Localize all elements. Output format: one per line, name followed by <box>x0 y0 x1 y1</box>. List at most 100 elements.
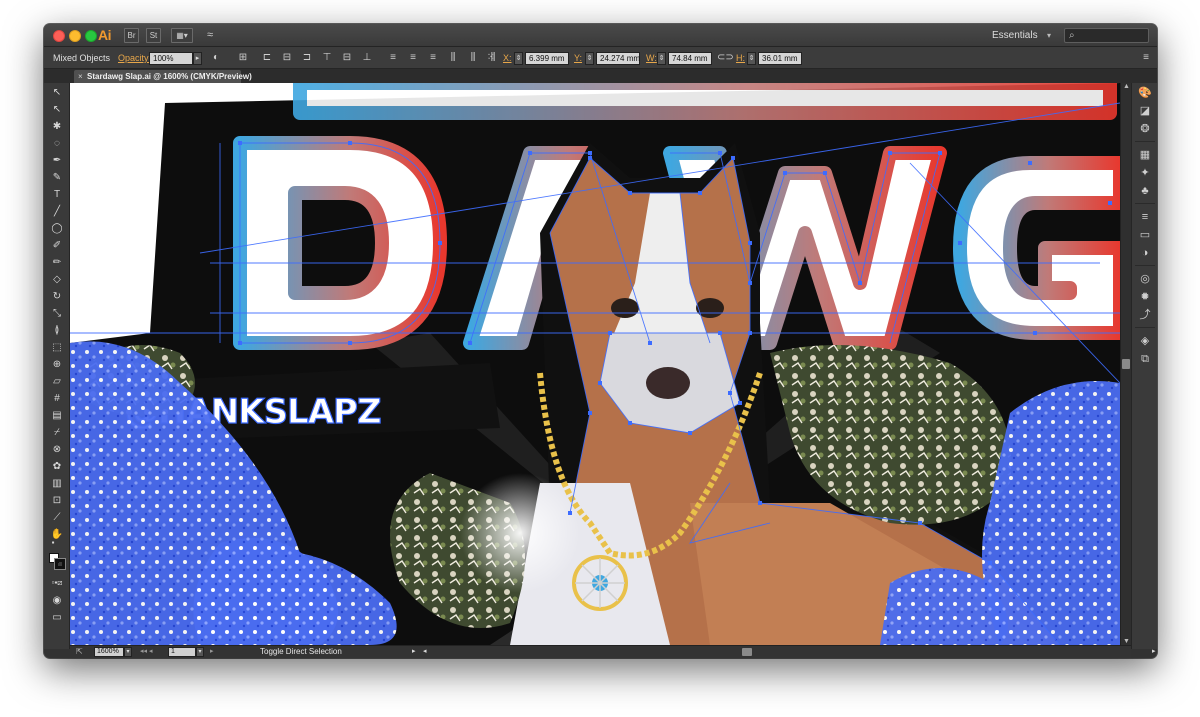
y-field[interactable]: 24.274 mm <box>596 52 640 65</box>
h-stepper[interactable]: ⇕ <box>747 52 756 65</box>
artboard-canvas[interactable]: @HANKSLAPZ <box>70 83 1120 645</box>
transparency-panel-icon[interactable]: ◑ <box>1137 245 1153 261</box>
curvature-tool-icon[interactable]: ✎ <box>48 170 66 185</box>
scroll-left-icon[interactable]: ◂ <box>423 646 427 658</box>
document-tab[interactable]: × Stardawg Slap.ai @ 1600% (CMYK/Preview… <box>74 70 252 83</box>
swatches-panel-icon[interactable]: ▦ <box>1137 147 1153 163</box>
eraser-tool-icon[interactable]: ◇ <box>48 272 66 287</box>
close-tab-icon[interactable]: × <box>78 70 83 83</box>
stroke-swatch[interactable] <box>54 558 66 570</box>
recolor-artwork-icon[interactable]: ◐ <box>209 51 223 65</box>
next-artboard-buttons[interactable]: ▸ <box>210 646 214 658</box>
align-bottom-icon[interactable]: ⊥ <box>360 51 374 65</box>
search-input[interactable]: ⌕ <box>1064 28 1149 43</box>
pen-tool-icon[interactable]: ✒ <box>48 153 66 168</box>
scroll-down-icon[interactable]: ▼ <box>1122 638 1131 645</box>
gradient-panel-icon[interactable]: ▭ <box>1137 227 1153 243</box>
color-modes-icon[interactable]: ▫▪⧄ <box>48 575 66 590</box>
close-window-button[interactable] <box>53 30 65 42</box>
blend-tool-icon[interactable]: ⊗ <box>48 442 66 457</box>
artboard-tool-icon[interactable]: ⊡ <box>48 493 66 508</box>
distribute-left-icon[interactable]: ⫼ <box>446 51 460 65</box>
distribute-bottom-icon[interactable]: ≡ <box>426 51 440 65</box>
panel-menu-icon[interactable]: ≡ <box>1143 51 1149 65</box>
zoom-field[interactable]: 1600% <box>94 647 124 657</box>
brushes-panel-icon[interactable]: ✦ <box>1137 165 1153 181</box>
appearance-panel-icon[interactable]: ◎ <box>1137 271 1153 287</box>
share-icon[interactable]: ⇱ <box>76 646 83 658</box>
arrange-documents-button[interactable]: ▦▾ <box>171 28 193 43</box>
scroll-up-icon[interactable]: ▲ <box>1122 83 1131 90</box>
rotate-tool-icon[interactable]: ↻ <box>48 289 66 304</box>
horizontal-scroll-thumb[interactable] <box>742 648 752 656</box>
artboard-number-field[interactable]: 1 <box>168 647 196 657</box>
maximize-window-button[interactable] <box>85 30 97 42</box>
transform-reference-point-icon[interactable]: ⁙ <box>484 51 498 65</box>
distribute-center-h-icon[interactable]: ⫼ <box>466 51 480 65</box>
zoom-dropdown-arrow[interactable]: ▾ <box>124 647 132 657</box>
distribute-center-icon[interactable]: ≡ <box>406 51 420 65</box>
shaper-tool-icon[interactable]: ✏ <box>48 255 66 270</box>
vertical-scrollbar[interactable]: ▲ ▼ <box>1120 83 1131 645</box>
vertical-scroll-thumb[interactable] <box>1122 359 1130 369</box>
selection-tool-icon[interactable]: ↖ <box>48 85 66 100</box>
graphic-styles-panel-icon[interactable]: ✹ <box>1137 289 1153 305</box>
layers-panel-icon[interactable]: ◈ <box>1137 333 1153 349</box>
scale-tool-icon[interactable]: ⤡ <box>48 306 66 321</box>
align-center-v-icon[interactable]: ⊟ <box>340 51 354 65</box>
distribute-top-icon[interactable]: ≡ <box>386 51 400 65</box>
constrain-proportions-icon[interactable]: ⊂⊃ <box>717 51 734 65</box>
perspective-grid-tool-icon[interactable]: ▱ <box>48 374 66 389</box>
mesh-tool-icon[interactable]: # <box>48 391 66 406</box>
scroll-right-icon[interactable]: ▸ <box>1152 646 1156 658</box>
default-colors-icon[interactable]: ▪ <box>48 535 58 550</box>
h-field[interactable]: 36.01 mm <box>758 52 802 65</box>
symbols-panel-icon[interactable]: ♣ <box>1137 183 1153 199</box>
artboard-dropdown-arrow[interactable]: ▾ <box>196 647 204 657</box>
drawing-modes-icon[interactable]: ◉ <box>48 593 66 608</box>
workspace-switcher[interactable]: Essentials <box>992 29 1052 43</box>
direct-selection-tool-icon[interactable]: ↖ <box>48 102 66 117</box>
screen-mode-icon[interactable]: ▭ <box>48 610 66 625</box>
x-stepper[interactable]: ⇕ <box>514 52 523 65</box>
w-stepper[interactable]: ⇕ <box>657 52 666 65</box>
y-stepper[interactable]: ⇕ <box>585 52 594 65</box>
minimize-window-button[interactable] <box>69 30 81 42</box>
align-center-h-icon[interactable]: ⊟ <box>280 51 294 65</box>
width-tool-icon[interactable]: ≬ <box>48 323 66 338</box>
ellipse-tool-icon[interactable]: ◯ <box>48 221 66 236</box>
asset-export-panel-icon[interactable]: ⤴ <box>1137 307 1153 323</box>
chevron-down-icon[interactable]: ▾ <box>1047 29 1051 43</box>
gradient-tool-icon[interactable]: ▤ <box>48 408 66 423</box>
lasso-tool-icon[interactable]: ◌ <box>48 136 66 151</box>
stock-button[interactable]: St <box>146 28 161 43</box>
color-guide-panel-icon[interactable]: ◪ <box>1137 103 1153 119</box>
stardawg-artwork[interactable]: @HANKSLAPZ <box>70 83 1120 645</box>
symbol-sprayer-tool-icon[interactable]: ✿ <box>48 459 66 474</box>
cc-libraries-panel-icon[interactable]: ❂ <box>1137 121 1153 137</box>
magic-wand-tool-icon[interactable]: ✱ <box>48 119 66 134</box>
color-panel-icon[interactable]: 🎨 <box>1137 85 1153 101</box>
column-graph-tool-icon[interactable]: ▥ <box>48 476 66 491</box>
free-transform-tool-icon[interactable]: ⬚ <box>48 340 66 355</box>
opacity-field[interactable]: 100% <box>149 52 193 65</box>
type-tool-icon[interactable]: T <box>48 187 66 202</box>
align-right-icon[interactable]: ⊐ <box>300 51 314 65</box>
opacity-label[interactable]: Opacity: <box>118 47 151 69</box>
x-field[interactable]: 6.399 mm <box>525 52 569 65</box>
slice-tool-icon[interactable]: ⟋ <box>48 510 66 525</box>
align-to-icon[interactable]: ⊞ <box>236 51 250 65</box>
align-top-icon[interactable]: ⊤ <box>320 51 334 65</box>
paintbrush-tool-icon[interactable]: ✐ <box>48 238 66 253</box>
line-segment-tool-icon[interactable]: ╱ <box>48 204 66 219</box>
status-menu-arrow[interactable]: ▸ <box>412 646 416 658</box>
artboards-panel-icon[interactable]: ⧉ <box>1137 351 1153 367</box>
gpu-performance-icon[interactable]: ≈ <box>202 28 218 43</box>
stroke-panel-icon[interactable]: ≡ <box>1137 209 1153 225</box>
eyedropper-tool-icon[interactable]: ⌿ <box>48 425 66 440</box>
bridge-button[interactable]: Br <box>124 28 139 43</box>
opacity-dropdown-arrow[interactable]: ▸ <box>193 52 202 65</box>
w-field[interactable]: 74.84 mm <box>668 52 712 65</box>
align-left-icon[interactable]: ⊏ <box>260 51 274 65</box>
previous-artboard-buttons[interactable]: ◂◂ ◂ <box>140 646 153 658</box>
